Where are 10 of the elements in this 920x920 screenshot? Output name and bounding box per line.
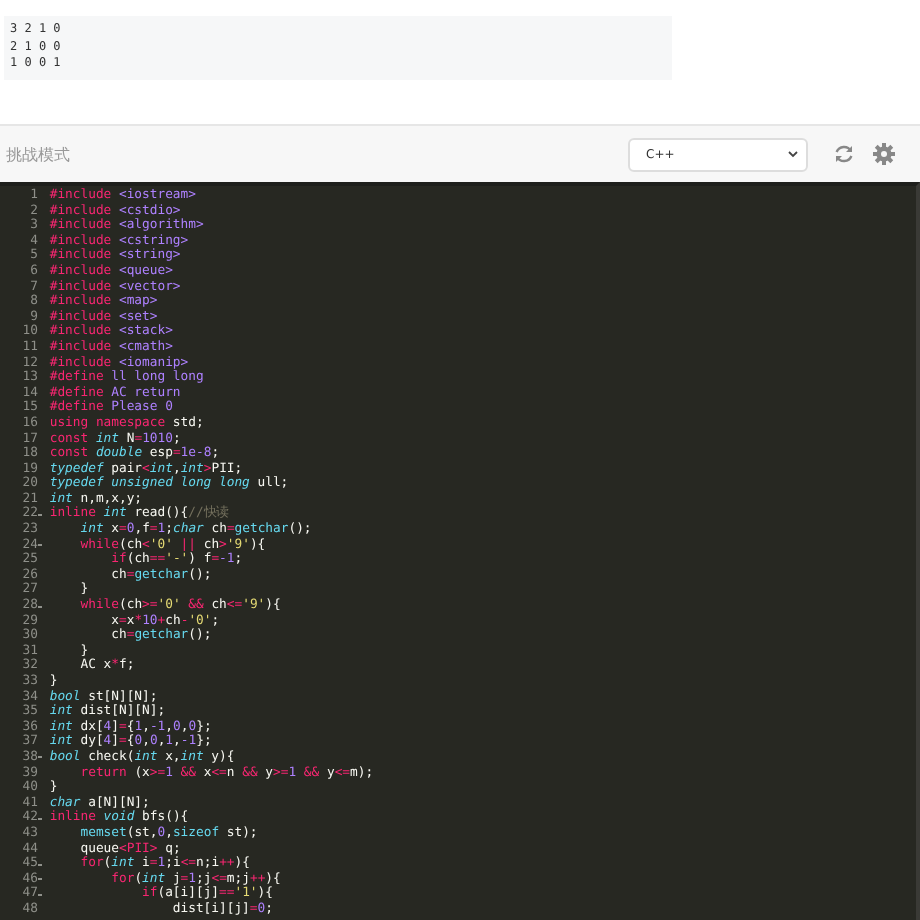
chevron-down-icon (788, 150, 798, 158)
fold-marker-icon[interactable] (38, 513, 42, 516)
fold-marker-icon[interactable] (38, 893, 42, 896)
fold-marker-icon[interactable] (38, 544, 42, 547)
code-editor[interactable] (0, 182, 920, 920)
mode-label: 挑战模式 (6, 143, 72, 165)
fold-marker-icon[interactable] (38, 878, 42, 881)
fold-marker-icon[interactable] (38, 817, 42, 820)
settings-icon[interactable] (872, 142, 896, 166)
refresh-icon[interactable] (832, 142, 856, 166)
